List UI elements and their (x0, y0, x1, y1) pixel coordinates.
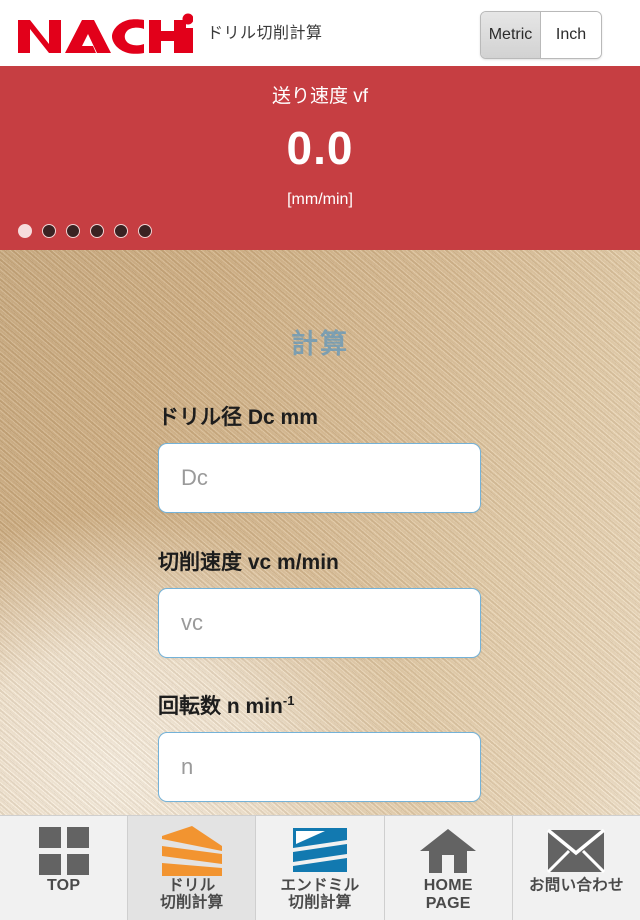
envelope-icon (547, 829, 606, 873)
unit-inch-button[interactable]: Inch (541, 12, 601, 58)
nav-icon-wrap (38, 825, 90, 877)
unit-metric-button[interactable]: Metric (481, 12, 541, 58)
nav-label-line1: HOME (423, 877, 473, 894)
field-label-jp: 切削速度 (158, 551, 242, 574)
nav-label: お問い合わせ (529, 877, 624, 894)
unit-toggle[interactable]: Metric Inch (480, 11, 602, 59)
drill-diameter-input[interactable] (158, 443, 481, 513)
cutting-speed-input[interactable] (158, 588, 481, 658)
nav-label-line1: お問い合わせ (529, 877, 624, 894)
field-label-vc: 切削速度 vc m/min (158, 546, 482, 576)
banner-unit: [mm/min] (287, 191, 353, 208)
nav-item-2-drill[interactable]: ドリル 切削計算 (128, 816, 257, 920)
app-header: ドリル切削計算 Metric Inch (0, 0, 640, 66)
nav-icon-wrap (291, 825, 349, 877)
field-label-superscript: -1 (282, 693, 295, 708)
nav-label-line1: エンドミル (280, 877, 360, 894)
nav-label-line2: PAGE (425, 894, 471, 912)
nav-icon-wrap (419, 825, 477, 877)
nachi-logo-icon (18, 13, 193, 54)
carousel-dot-3[interactable] (66, 224, 80, 238)
carousel-dot-6[interactable] (138, 224, 152, 238)
field-cutting-speed: 切削速度 vc m/min (0, 546, 640, 658)
home-icon (420, 829, 477, 873)
field-label-symbol: n (226, 695, 240, 718)
carousel-dot-2[interactable] (42, 224, 56, 238)
nav-icon-wrap (161, 825, 223, 877)
field-rotation-speed: 回転数 n min-1 (0, 690, 640, 802)
field-label-n: 回転数 n min-1 (158, 690, 482, 720)
nav-item-5-envelope[interactable]: お問い合わせ (512, 816, 640, 920)
field-label-symbol: Dc (247, 406, 275, 429)
carousel-dots[interactable] (18, 224, 152, 238)
nav-label: エンドミル 切削計算 (281, 877, 360, 912)
nav-label: TOP (47, 877, 80, 895)
field-label-jp: ドリル径 (158, 406, 242, 429)
nav-label-line2: 切削計算 (288, 894, 352, 912)
nav-label: ドリル 切削計算 (160, 877, 223, 912)
grid-squares-icon (38, 827, 89, 875)
carousel-dot-1[interactable] (18, 224, 32, 238)
nav-label-line2: 切削計算 (160, 894, 224, 912)
carousel-dot-4[interactable] (90, 224, 104, 238)
header-subtitle: ドリル切削計算 (207, 25, 323, 42)
field-label-symbol: vc (247, 551, 272, 574)
nav-item-4-home[interactable]: HOME PAGE (384, 816, 513, 920)
field-drill-diameter: ドリル径 Dc mm (0, 401, 640, 513)
banner-title: 送り速度 vf (271, 86, 369, 107)
section-title: 計算 (291, 329, 349, 359)
field-label-unit: m/min (277, 551, 339, 574)
field-label-unit: mm (280, 406, 318, 429)
nav-label: HOME PAGE (424, 877, 473, 913)
nav-label-line1: ドリル (168, 877, 216, 894)
main-content: 計算 ドリル径 Dc mm 切削速度 vc m/min 回転数 n min-1 (0, 250, 640, 920)
field-label-unit: min (245, 695, 283, 718)
bottom-navigation: TOP ドリル 切削計算 エンドミル 切削計算 HOME PAGE お問い合わせ (0, 815, 640, 920)
endmill-icon (293, 828, 347, 872)
field-label-jp: 回転数 (158, 695, 221, 718)
carousel-dot-5[interactable] (114, 224, 128, 238)
nav-item-3-endmill[interactable]: エンドミル 切削計算 (256, 816, 385, 920)
rotation-speed-input[interactable] (158, 732, 481, 802)
result-banner[interactable]: 送り速度 vf 0.0 [mm/min] (0, 66, 640, 250)
nav-label-line1: TOP (47, 877, 81, 894)
nav-item-1-grid-squares[interactable]: TOP (0, 816, 129, 920)
field-label-dc: ドリル径 Dc mm (158, 401, 482, 431)
drill-icon (161, 826, 222, 876)
nav-icon-wrap (547, 825, 606, 877)
banner-value: 0.0 (286, 122, 354, 174)
nachi-logo (18, 12, 193, 54)
